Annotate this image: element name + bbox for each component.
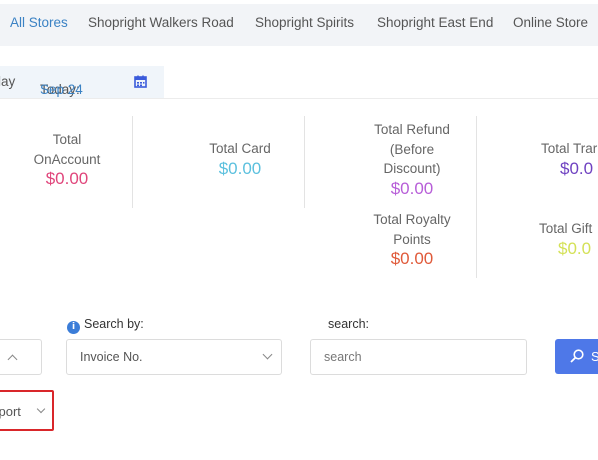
export-label: kport	[0, 404, 21, 419]
search-button-label: S	[591, 349, 598, 364]
stat-total-royalty-points: Total Royalty Points $0.00	[352, 210, 472, 269]
stat-divider	[304, 116, 305, 208]
stat-label: Discount)	[383, 161, 441, 176]
stat-total-refund: Total Refund (Before Discount) $0.00	[352, 120, 472, 199]
tab-shopright-east-end[interactable]: Shopright East End	[377, 15, 493, 30]
search-button[interactable]: S	[555, 339, 598, 374]
stat-label: Total	[52, 132, 82, 147]
store-tabs-bar: All Stores Shopright Walkers Road Shopri…	[0, 0, 598, 46]
search-label: search:	[328, 317, 369, 331]
date-filter-bar: lay Today: Sep 24	[0, 66, 164, 98]
stat-value: $0.0	[558, 238, 592, 258]
stat-label: (Before	[389, 141, 435, 157]
stat-total-gift: Total Gift $0.0	[533, 219, 598, 259]
chevron-down-icon	[36, 404, 46, 414]
search-icon	[570, 349, 584, 363]
stat-total-onaccount: Total OnAccount $0.00	[17, 130, 117, 189]
export-dropdown[interactable]: kport	[0, 390, 54, 431]
period-select[interactable]	[0, 339, 42, 375]
stat-label: Total Gift	[539, 221, 593, 236]
info-icon: i	[67, 321, 80, 334]
stat-total-card: Total Card $0.00	[190, 139, 290, 179]
stat-label: Total Trar	[541, 141, 598, 156]
stat-value: $0.00	[45, 169, 89, 188]
search-input[interactable]	[310, 339, 527, 375]
search-by-label: i Search by:	[67, 317, 144, 334]
search-by-value: Invoice No.	[80, 350, 143, 364]
calendar-icon[interactable]	[134, 75, 147, 88]
stat-label: Points	[393, 231, 431, 247]
stat-value: $0.00	[390, 178, 434, 198]
stat-label: Total Card	[209, 141, 271, 156]
stat-divider	[476, 116, 477, 278]
tab-all-stores[interactable]: All Stores	[10, 15, 68, 30]
yesterday-filter[interactable]: lay	[0, 74, 15, 89]
stat-label: OnAccount	[33, 151, 101, 167]
search-by-text: Search by:	[84, 317, 144, 331]
stat-value: $0.00	[390, 249, 434, 268]
stat-value: $0.0	[560, 158, 594, 178]
chevron-up-icon	[7, 354, 18, 365]
chevron-down-icon	[262, 349, 273, 360]
stat-label: Total Royalty	[373, 212, 451, 227]
stat-divider	[132, 116, 133, 208]
stat-label: Total Refund	[374, 122, 450, 137]
tab-online-store[interactable]: Online Store	[513, 15, 588, 30]
tab-shopright-walkers-road[interactable]: Shopright Walkers Road	[88, 15, 234, 30]
search-by-select[interactable]: Invoice No.	[66, 339, 282, 375]
stat-total-transfer: Total Trar $0.0	[535, 139, 598, 179]
divider	[0, 98, 598, 99]
stat-value: $0.00	[218, 158, 262, 178]
tab-shopright-spirits[interactable]: Shopright Spirits	[255, 15, 354, 30]
top-border	[0, 0, 598, 4]
today-value: Sep 24	[40, 82, 83, 97]
